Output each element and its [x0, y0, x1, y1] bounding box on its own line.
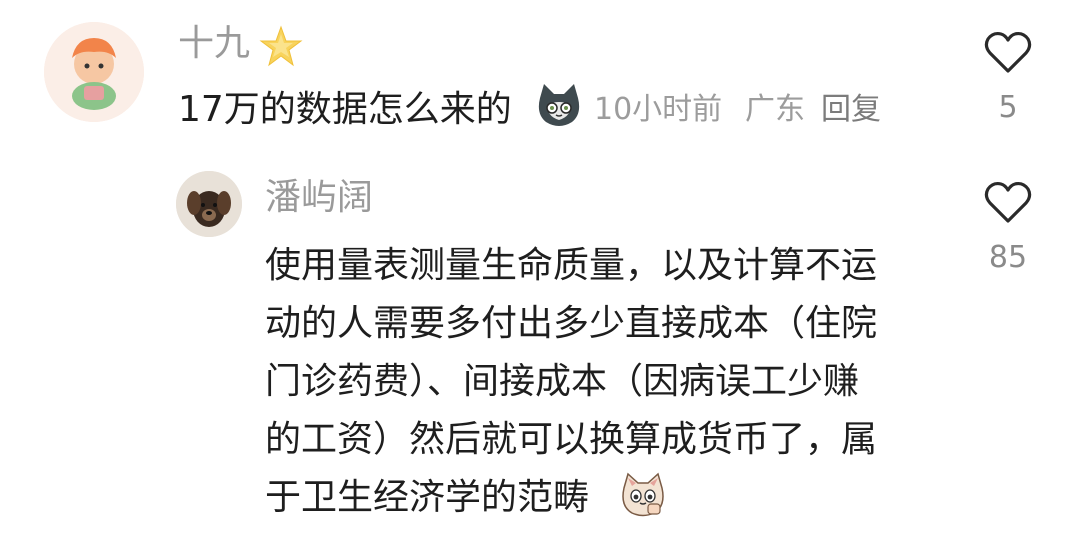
reply-username[interactable]: 潘屿阔: [265, 176, 373, 220]
comment-username[interactable]: 十九: [178, 22, 250, 66]
like-count: 5: [998, 90, 1018, 125]
avatar-illustration-icon: [44, 22, 144, 122]
avatar-comment1[interactable]: [44, 22, 144, 122]
avatar-reply[interactable]: [176, 171, 242, 237]
reply-text-line: 的工资）然后就可以换算成货币了，属: [265, 419, 878, 460]
reply-text-line: 动的人需要多付出多少直接成本（住院: [265, 303, 878, 344]
reply-text: 使用量表测量生命质量，以及计算不运 动的人需要多付出多少直接成本（住院 门诊药费…: [265, 237, 945, 527]
comment-location: 广东: [745, 92, 805, 127]
heart-icon[interactable]: [984, 30, 1032, 74]
like-count: 85: [988, 240, 1028, 275]
heart-icon[interactable]: [984, 180, 1032, 224]
comment-text: 17万的数据怎么来的: [178, 89, 512, 130]
reply-button[interactable]: 回复: [821, 88, 881, 132]
star-badge-icon: [259, 25, 303, 67]
reply-text-line: 门诊药费）、间接成本（因病误工少赚: [265, 361, 860, 402]
dog-avatar-icon: [176, 171, 242, 237]
cat-face-emoji: [538, 84, 580, 126]
reply-text-line: 于卫生经济学的范畴: [265, 477, 590, 518]
cat-thumbs-up-emoji: [622, 472, 664, 517]
comment-time: 10小时前: [594, 92, 723, 127]
reply-text-line: 使用量表测量生命质量，以及计算不运: [265, 245, 878, 286]
